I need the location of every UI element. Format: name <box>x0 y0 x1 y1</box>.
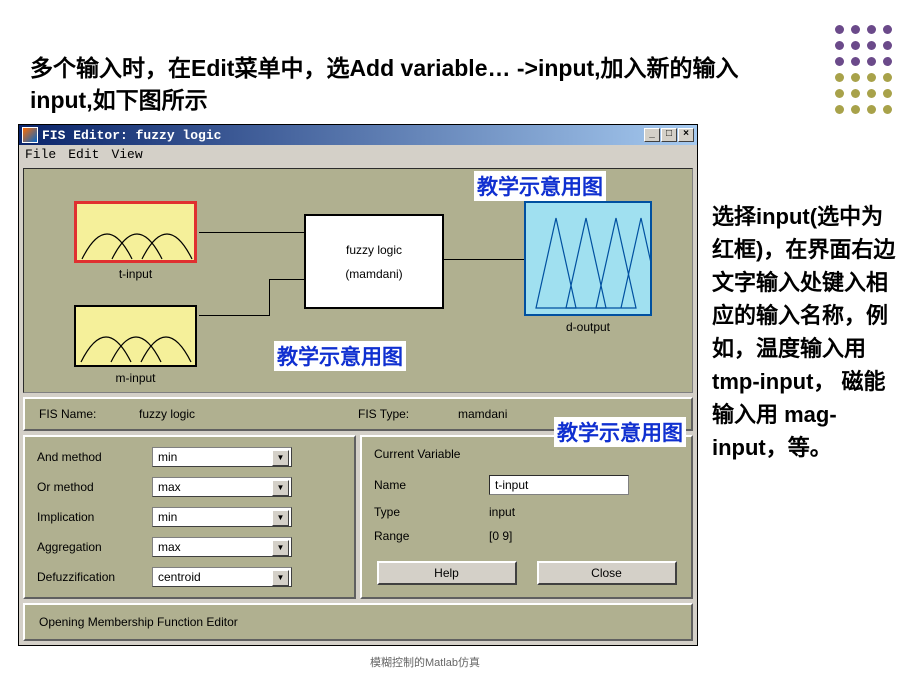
or-method-dropdown[interactable]: max <box>152 477 292 497</box>
matlab-icon <box>22 127 38 143</box>
and-method-dropdown[interactable]: min <box>152 447 292 467</box>
footer-caption: 模糊控制的Matlab仿真 <box>370 654 480 670</box>
slide-decoration-dots <box>835 25 892 114</box>
input1-block[interactable]: t-input <box>74 201 197 281</box>
output-mf-box[interactable] <box>524 201 652 316</box>
fis-type-label: FIS Type: <box>358 407 458 421</box>
watermark-1: 教学示意用图 <box>474 171 606 201</box>
aggregation-label: Aggregation <box>37 540 152 554</box>
defuzz-dropdown[interactable]: centroid <box>152 567 292 587</box>
input2-block[interactable]: m-input <box>74 305 197 385</box>
maximize-button[interactable]: □ <box>661 128 677 142</box>
watermark-2: 教学示意用图 <box>274 341 406 371</box>
methods-panel: And methodmin Or methodmax Implicationmi… <box>23 435 356 599</box>
current-variable-title: Current Variable <box>374 447 679 461</box>
fis-editor-window: FIS Editor: fuzzy logic _ □ × File Edit … <box>18 124 698 646</box>
defuzz-label: Defuzzification <box>37 570 152 584</box>
input2-mf-box[interactable] <box>74 305 197 367</box>
cv-type-value: input <box>489 505 515 519</box>
window-title: FIS Editor: fuzzy logic <box>42 128 221 143</box>
menubar: File Edit View <box>19 145 697 164</box>
cv-name-input[interactable]: t-input <box>489 475 629 495</box>
status-bar: Opening Membership Function Editor <box>23 603 693 641</box>
implication-label: Implication <box>37 510 152 524</box>
or-method-label: Or method <box>37 480 152 494</box>
implication-dropdown[interactable]: min <box>152 507 292 527</box>
cv-type-label: Type <box>374 505 489 519</box>
help-button[interactable]: Help <box>377 561 517 585</box>
input2-label: m-input <box>74 371 197 385</box>
menu-edit[interactable]: Edit <box>68 147 99 162</box>
and-method-label: And method <box>37 450 152 464</box>
menu-file[interactable]: File <box>25 147 56 162</box>
system-name: fuzzy logic <box>346 243 402 257</box>
window-titlebar[interactable]: FIS Editor: fuzzy logic _ □ × <box>19 125 697 145</box>
cv-range-value: [0 9] <box>489 529 512 543</box>
minimize-button[interactable]: _ <box>644 128 660 142</box>
current-variable-panel: 教学示意用图 Current Variable Namet-input Type… <box>360 435 693 599</box>
cv-range-label: Range <box>374 529 489 543</box>
input1-mf-box[interactable] <box>74 201 197 263</box>
watermark-3: 教学示意用图 <box>554 417 686 447</box>
cv-name-label: Name <box>374 478 489 492</box>
menu-view[interactable]: View <box>111 147 142 162</box>
fis-diagram-canvas: t-input m-input fuzzy logic (mamdani) <box>23 168 693 393</box>
aggregation-dropdown[interactable]: max <box>152 537 292 557</box>
close-window-button[interactable]: × <box>678 128 694 142</box>
close-button[interactable]: Close <box>537 561 677 585</box>
system-type: (mamdani) <box>345 267 402 281</box>
intro-text: 多个输入时，在Edit菜单中，选Add variable… ->input,加入… <box>30 52 760 116</box>
output-label: d-output <box>524 320 652 334</box>
fis-name-value: fuzzy logic <box>139 407 195 421</box>
input1-label: t-input <box>74 267 197 281</box>
output-block[interactable]: d-output <box>524 201 652 334</box>
side-text: 选择input(选中为红框)，在界面右边文字输入处键入相应的输入名称，例如，温度… <box>712 200 897 464</box>
fis-type-value: mamdani <box>458 407 507 421</box>
system-block[interactable]: fuzzy logic (mamdani) <box>304 214 444 309</box>
fis-name-label: FIS Name: <box>39 407 139 421</box>
